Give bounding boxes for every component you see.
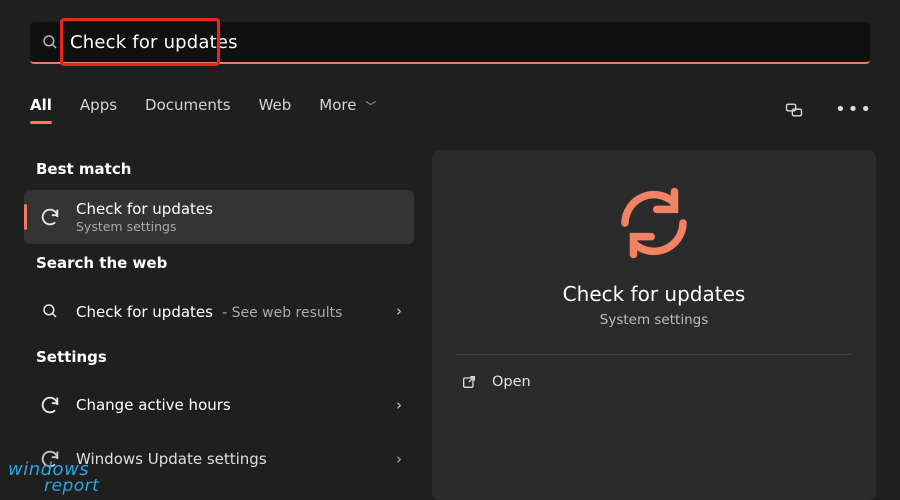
tab-more[interactable]: More ﹀ bbox=[319, 96, 376, 124]
search-icon bbox=[36, 302, 64, 320]
result-sublabel: System settings bbox=[76, 219, 213, 235]
divider bbox=[456, 354, 852, 355]
section-settings: Settings bbox=[24, 338, 414, 378]
result-label: Check for updates bbox=[76, 303, 213, 321]
update-large-icon bbox=[613, 182, 695, 264]
update-icon bbox=[36, 394, 64, 416]
more-options-button[interactable]: ••• bbox=[838, 94, 870, 126]
tab-web[interactable]: Web bbox=[259, 96, 292, 124]
chevron-right-icon: › bbox=[396, 302, 402, 320]
section-best-match: Best match bbox=[24, 150, 414, 190]
results-list: Best match Check for updates System sett… bbox=[24, 150, 414, 500]
result-label: Check for updates bbox=[76, 200, 213, 219]
tab-more-label: More bbox=[319, 96, 356, 114]
results-area: Best match Check for updates System sett… bbox=[24, 150, 876, 500]
result-text: Windows Update settings bbox=[76, 450, 267, 469]
ellipsis-icon: ••• bbox=[835, 101, 873, 119]
search-icon bbox=[30, 33, 70, 51]
result-label: Change active hours bbox=[76, 396, 231, 415]
filter-tabs: All Apps Documents Web More ﹀ ••• bbox=[30, 94, 870, 126]
chevron-right-icon: › bbox=[396, 396, 402, 414]
result-windows-update-settings[interactable]: Windows Update settings › bbox=[24, 432, 414, 486]
result-text: Change active hours bbox=[76, 396, 231, 415]
result-change-active-hours[interactable]: Change active hours › bbox=[24, 378, 414, 432]
section-search-web: Search the web bbox=[24, 244, 414, 284]
result-text: Check for updates - See web results bbox=[76, 302, 342, 321]
search-panel: All Apps Documents Web More ﹀ ••• Best m… bbox=[0, 0, 900, 500]
search-input[interactable] bbox=[70, 32, 870, 53]
chat-icon[interactable] bbox=[778, 94, 810, 126]
tab-documents[interactable]: Documents bbox=[145, 96, 231, 124]
action-open-label: Open bbox=[492, 374, 531, 390]
search-bar[interactable] bbox=[30, 22, 870, 64]
tab-all[interactable]: All bbox=[30, 96, 52, 124]
result-web-search[interactable]: Check for updates - See web results › bbox=[24, 284, 414, 338]
update-icon bbox=[36, 448, 64, 470]
action-open[interactable]: Open bbox=[460, 373, 848, 391]
preview-title: Check for updates bbox=[563, 282, 746, 306]
result-text: Check for updates System settings bbox=[76, 200, 213, 234]
chevron-down-icon: ﹀ bbox=[365, 100, 376, 113]
result-label: Windows Update settings bbox=[76, 450, 267, 469]
preview-subtitle: System settings bbox=[600, 312, 708, 328]
chevron-right-icon: › bbox=[396, 450, 402, 468]
update-icon bbox=[36, 206, 64, 228]
tab-apps[interactable]: Apps bbox=[80, 96, 117, 124]
result-sublabel: - See web results bbox=[222, 305, 342, 321]
open-icon bbox=[460, 373, 478, 391]
result-check-for-updates[interactable]: Check for updates System settings bbox=[24, 190, 414, 244]
preview-pane: Check for updates System settings Open bbox=[432, 150, 876, 500]
